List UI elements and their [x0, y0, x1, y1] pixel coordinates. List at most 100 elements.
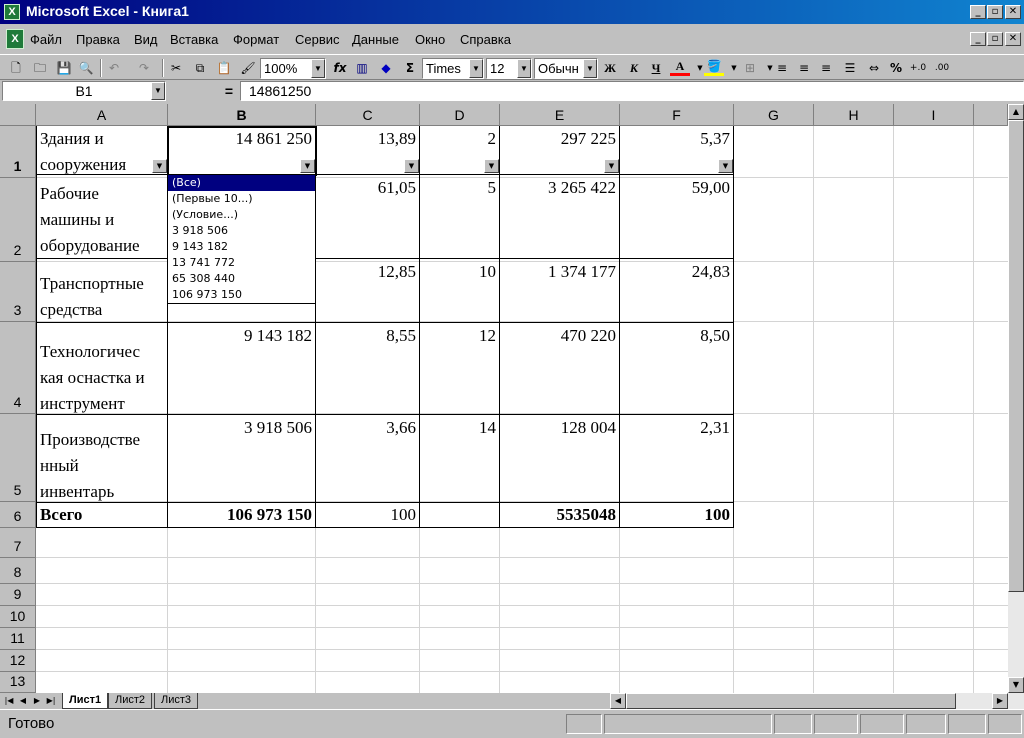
cell-f1[interactable]: 5,37: [620, 126, 733, 152]
cell-d2[interactable]: 5: [420, 175, 499, 201]
close-button[interactable]: ✕: [1005, 5, 1021, 19]
increase-decimal-icon[interactable]: +.0: [908, 58, 928, 78]
formula-input[interactable]: 14861250: [240, 81, 1024, 101]
new-document-icon[interactable]: 🗋: [6, 58, 26, 78]
filter-dropdown-c[interactable]: ▼: [404, 159, 419, 173]
row-header-12[interactable]: 12: [0, 650, 36, 672]
cut-icon[interactable]: ✂: [166, 58, 186, 78]
cell-c5[interactable]: 3,66: [316, 415, 419, 441]
filter-option-all[interactable]: (Все): [168, 175, 315, 191]
autofilter-list[interactable]: (Все) (Первые 10...) (Условие...) 3 918 …: [167, 174, 316, 304]
cell-a3[interactable]: Транспортные средства: [37, 271, 167, 323]
autosum-icon[interactable]: Σ: [400, 58, 420, 78]
filter-option-top10[interactable]: (Первые 10...): [168, 191, 315, 207]
filter-option-value[interactable]: 106 973 150: [168, 287, 315, 303]
doc-close-button[interactable]: ✕: [1005, 32, 1021, 46]
scroll-left-icon[interactable]: ◀: [610, 693, 626, 709]
menu-file[interactable]: Файл: [30, 32, 62, 47]
last-sheet-icon[interactable]: ▶|: [44, 694, 58, 708]
doc-restore-button[interactable]: ▫: [987, 32, 1003, 46]
menu-help[interactable]: Справка: [460, 32, 511, 47]
column-header-i[interactable]: I: [894, 104, 974, 126]
cell-f4[interactable]: 8,50: [620, 323, 733, 349]
workbook-icon[interactable]: X: [6, 29, 24, 49]
column-header-e[interactable]: E: [500, 104, 620, 126]
save-icon[interactable]: 💾: [54, 58, 74, 78]
cell-c2[interactable]: 61,05: [316, 175, 419, 201]
first-sheet-icon[interactable]: |◀: [2, 694, 16, 708]
restore-button[interactable]: ▫: [987, 5, 1003, 19]
excel-icon[interactable]: X: [4, 4, 20, 20]
horizontal-scrollbar[interactable]: ◀ ▶: [610, 693, 1024, 709]
sheet-tab-2[interactable]: Лист2: [108, 693, 153, 709]
font-size-select[interactable]: 12 ▼: [486, 58, 532, 79]
cell-b5[interactable]: 3 918 506: [168, 415, 315, 441]
cell-a2[interactable]: Рабочие машины и оборудование: [37, 181, 167, 259]
chart-wizard-icon[interactable]: ▥: [352, 58, 372, 78]
filter-dropdown-a[interactable]: ▼: [152, 159, 167, 173]
cell-e6[interactable]: 5535048: [500, 502, 619, 528]
chevron-down-icon[interactable]: ▼: [311, 59, 325, 78]
scroll-up-icon[interactable]: ▲: [1008, 104, 1024, 120]
cell-c3[interactable]: 12,85: [316, 259, 419, 285]
column-header-b[interactable]: B: [168, 104, 316, 126]
cell-f5[interactable]: 2,31: [620, 415, 733, 441]
align-right-icon[interactable]: ≡: [816, 58, 836, 78]
cell-f2[interactable]: 59,00: [620, 175, 733, 201]
spreadsheet-grid[interactable]: A B C D E F G H I 1 2 3 4 5 6 7 8 9 10 1…: [0, 104, 1008, 693]
next-sheet-icon[interactable]: ▶: [30, 694, 44, 708]
print-preview-icon[interactable]: 🔍: [76, 58, 96, 78]
menu-format[interactable]: Формат: [233, 32, 279, 47]
align-left-icon[interactable]: ≡: [772, 58, 792, 78]
cell-a1[interactable]: Здания и сооружения: [37, 126, 151, 174]
menu-window[interactable]: Окно: [415, 32, 445, 47]
cell-b4[interactable]: 9 143 182: [168, 323, 315, 349]
column-header-g[interactable]: G: [734, 104, 814, 126]
paste-icon[interactable]: 📋: [214, 58, 234, 78]
column-header-d[interactable]: D: [420, 104, 500, 126]
cell-d3[interactable]: 10: [420, 259, 499, 285]
sheet-tab-1[interactable]: Лист1: [62, 693, 109, 709]
drawing-icon[interactable]: ◆: [376, 58, 396, 78]
style-select[interactable]: Обычн ▼: [534, 58, 598, 79]
menu-tools[interactable]: Сервис: [295, 32, 340, 47]
cell-f3[interactable]: 24,83: [620, 259, 733, 285]
vertical-scroll-thumb[interactable]: [1008, 120, 1024, 592]
cell-a6[interactable]: Всего: [37, 502, 167, 528]
merge-center-icon[interactable]: ⇔: [864, 58, 884, 78]
cell-b6[interactable]: 106 973 150: [168, 502, 315, 528]
row-header-2[interactable]: 2: [0, 178, 36, 262]
cell-e5[interactable]: 128 004: [500, 415, 619, 441]
row-header-6[interactable]: 6: [0, 502, 36, 528]
bold-button[interactable]: Ж: [600, 58, 620, 78]
filter-option-custom[interactable]: (Условие...): [168, 207, 315, 223]
filter-dropdown-d[interactable]: ▼: [484, 159, 499, 173]
undo-icon[interactable]: ↶: [104, 58, 124, 78]
cell-a4[interactable]: Технологичес кая оснастка и инструмент: [37, 339, 167, 417]
format-painter-icon[interactable]: 🖌: [238, 58, 258, 78]
sheet-tab-3[interactable]: Лист3: [154, 693, 199, 709]
row-header-4[interactable]: 4: [0, 322, 36, 414]
borders-icon[interactable]: ⊞: [740, 58, 760, 78]
decrease-decimal-icon[interactable]: .00: [932, 58, 952, 78]
row-header-7[interactable]: 7: [0, 528, 36, 558]
cell-e2[interactable]: 3 265 422: [500, 175, 619, 201]
fill-color-icon[interactable]: 🪣: [704, 58, 724, 76]
menu-view[interactable]: Вид: [134, 32, 158, 47]
cell-d6[interactable]: [420, 502, 499, 528]
cell-e3[interactable]: 1 374 177: [500, 259, 619, 285]
underline-button[interactable]: Ч: [646, 58, 666, 78]
cell-e4[interactable]: 470 220: [500, 323, 619, 349]
zoom-select[interactable]: 100% ▼: [260, 58, 326, 79]
row-header-13[interactable]: 13: [0, 672, 36, 693]
cell-c4[interactable]: 8,55: [316, 323, 419, 349]
filter-dropdown-f[interactable]: ▼: [718, 159, 733, 173]
scroll-right-icon[interactable]: ▶: [992, 693, 1008, 709]
row-header-10[interactable]: 10: [0, 606, 36, 628]
redo-icon[interactable]: ↷: [134, 58, 154, 78]
cell-d4[interactable]: 12: [420, 323, 499, 349]
row-header-1[interactable]: 1: [0, 126, 36, 178]
chevron-down-icon[interactable]: ▼: [151, 82, 165, 100]
filter-option-value[interactable]: 3 918 506: [168, 223, 315, 239]
font-name-select[interactable]: Times ▼: [422, 58, 484, 79]
